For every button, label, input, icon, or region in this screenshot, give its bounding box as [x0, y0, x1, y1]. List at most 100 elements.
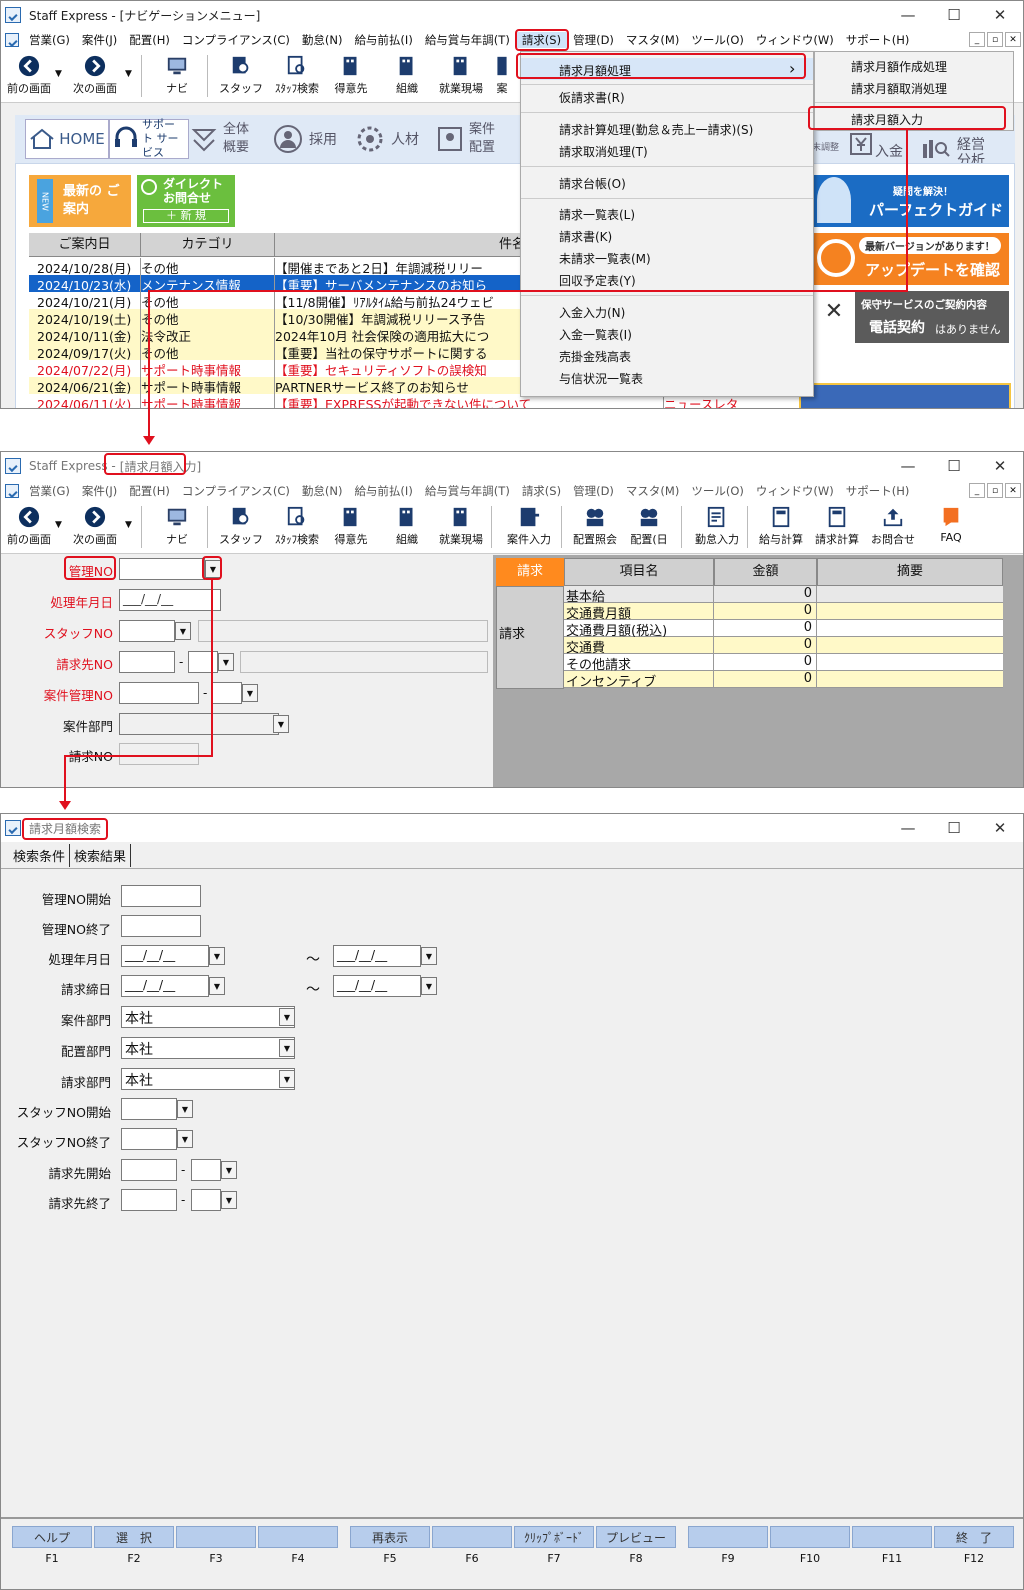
process-date-to-input[interactable]: ___/__/__: [333, 945, 421, 967]
menu-payroll[interactable]: 給与賞与年調(T): [419, 32, 516, 48]
close-button[interactable]: ✕: [977, 452, 1023, 480]
billing-to-start-input[interactable]: [121, 1159, 177, 1181]
grid-row[interactable]: 交通費 0: [564, 637, 1003, 656]
close-button[interactable]: ✕: [977, 814, 1023, 842]
menu-item-billing-calc[interactable]: 請求計算処理(勤怠＆売上一請求)(S): [559, 121, 753, 138]
menu-item-receivable-balance[interactable]: 売掛金残高表: [559, 348, 631, 365]
contract-banner[interactable]: ✕ 保守サービスのご契約内容 電話契約 はありません: [813, 291, 1009, 343]
tab-case[interactable]: 案件 配置: [437, 119, 513, 159]
forward-button[interactable]: 次の画面: [67, 53, 123, 96]
menu-prepay[interactable]: 給与前払(I): [348, 32, 418, 48]
submenu-create[interactable]: 請求月額作成処理: [851, 58, 947, 75]
menu-item-billing-list[interactable]: 請求一覧表(L): [559, 206, 635, 223]
mdi-restore-button[interactable]: ▫: [987, 32, 1003, 47]
back-dropdown-icon[interactable]: ▼: [55, 520, 62, 530]
assign-dept-select[interactable]: 本社: [121, 1037, 295, 1059]
menu-support[interactable]: サポート(H): [840, 32, 916, 48]
billing-dept-dropdown[interactable]: ▼: [279, 1070, 295, 1088]
case-input-button[interactable]: 案件入力: [501, 504, 557, 547]
menu-compliance[interactable]: コンプライアンス(C): [176, 32, 296, 48]
grid-row[interactable]: インセンティブ 0: [564, 671, 1003, 690]
site-button[interactable]: 就業現場: [433, 53, 489, 96]
grid-row[interactable]: 基本給 0: [564, 586, 1003, 605]
case-control-sub-input[interactable]: [212, 682, 242, 704]
menu-item-provisional-invoice[interactable]: 仮請求書(R): [559, 89, 625, 106]
f12-exit-button[interactable]: 終 了: [934, 1526, 1014, 1548]
submenu-cancel[interactable]: 請求月額取消処理: [851, 80, 947, 97]
tab-support[interactable]: サポート サービス: [109, 118, 189, 159]
closing-date-to-input[interactable]: ___/__/__: [333, 975, 421, 997]
menu-item-payment-list[interactable]: 入金一覧表(I): [559, 326, 632, 343]
case-dept-select[interactable]: [119, 713, 279, 735]
f4-button[interactable]: [258, 1526, 338, 1548]
case-control-dropdown-button[interactable]: ▼: [242, 684, 258, 702]
mdi-min-button[interactable]: _: [969, 32, 985, 47]
forward-button[interactable]: 次の画面: [67, 504, 123, 547]
staff-no-end-dropdown[interactable]: ▼: [177, 1130, 193, 1148]
case-dept-select[interactable]: 本社: [121, 1006, 295, 1028]
closing-date-to-dropdown[interactable]: ▼: [421, 977, 437, 995]
direct-inquiry-banner[interactable]: ダイレクト お問合せ ＋ 新 規: [137, 175, 235, 227]
navi-button[interactable]: ナビ: [149, 504, 205, 547]
maximize-button[interactable]: ☐: [931, 452, 977, 480]
menu-tools[interactable]: ツール(O): [685, 483, 750, 499]
f6-button[interactable]: [432, 1526, 512, 1548]
process-date-from-input[interactable]: ___/__/__: [121, 945, 209, 967]
maximize-button[interactable]: ☐: [931, 814, 977, 842]
billing-to-end-sub-input[interactable]: [191, 1189, 221, 1211]
f1-help-button[interactable]: ヘルプ: [12, 1526, 92, 1548]
menu-window[interactable]: ウィンドウ(W): [750, 32, 840, 48]
f10-button[interactable]: [770, 1526, 850, 1548]
menu-assign[interactable]: 配置(H): [123, 32, 176, 48]
menu-billing[interactable]: 請求(S): [516, 483, 567, 499]
tab-recruit[interactable]: 採用: [273, 119, 353, 159]
navi-button[interactable]: ナビ: [149, 53, 205, 96]
site-button[interactable]: 就業現場: [433, 504, 489, 547]
menu-attendance[interactable]: 勤怠(N): [296, 32, 349, 48]
menu-item-invoice[interactable]: 請求書(K): [559, 228, 612, 245]
menu-support[interactable]: サポート(H): [840, 483, 916, 499]
menu-admin[interactable]: 管理(D): [567, 483, 620, 499]
tab-overview[interactable]: 全体 概要: [191, 119, 271, 159]
grid-row[interactable]: 交通費月額(税込) 0: [564, 620, 1003, 639]
bottom-banner[interactable]: [799, 383, 1011, 408]
org-button[interactable]: 組織: [379, 53, 435, 96]
menu-payroll[interactable]: 給与賞与年調(T): [419, 483, 516, 499]
menu-admin[interactable]: 管理(D): [567, 32, 620, 48]
menu-item-billing-cancel[interactable]: 請求取消処理(T): [559, 143, 648, 160]
staff-button[interactable]: スタッフ: [213, 53, 269, 96]
tab-payment[interactable]: 入金: [849, 127, 903, 161]
billing-to-start-dropdown[interactable]: ▼: [221, 1161, 237, 1179]
control-no-end-input[interactable]: [121, 915, 201, 937]
menu-prepay[interactable]: 給与前払(I): [348, 483, 418, 499]
f9-button[interactable]: [688, 1526, 768, 1548]
grid-row[interactable]: その他請求 0: [564, 654, 1003, 673]
minimize-button[interactable]: —: [885, 452, 931, 480]
tab-search-results[interactable]: 検索結果: [70, 844, 132, 867]
control-no-start-input[interactable]: [121, 885, 201, 907]
menu-item-credit-status[interactable]: 与信状況一覧表: [559, 370, 643, 387]
forward-dropdown-icon[interactable]: ▼: [125, 520, 132, 530]
menu-master[interactable]: マスタ(M): [620, 483, 685, 499]
menu-case[interactable]: 案件(J): [76, 32, 123, 48]
inquiry-button[interactable]: お問合せ: [865, 504, 921, 547]
back-button[interactable]: 前の画面: [1, 504, 57, 547]
bill-calc-button[interactable]: 請求計算: [809, 504, 865, 547]
closing-date-from-input[interactable]: ___/__/__: [121, 975, 209, 997]
new-inquiry-button[interactable]: ＋ 新 規: [143, 209, 229, 223]
menu-case[interactable]: 案件(J): [76, 483, 123, 499]
control-no-input[interactable]: [119, 558, 205, 580]
billing-dept-select[interactable]: 本社: [121, 1068, 295, 1090]
forward-dropdown-icon[interactable]: ▼: [125, 69, 132, 79]
minimize-button[interactable]: —: [885, 1, 931, 29]
f7-clipboard-button[interactable]: ｸﾘｯﾌﾟﾎﾞｰﾄﾞ: [514, 1526, 594, 1548]
menu-item-billing-ledger[interactable]: 請求台帳(O): [559, 175, 626, 192]
update-banner[interactable]: 最新バージョンがあります！ アップデートを確認: [813, 233, 1009, 285]
case-button-partial[interactable]: 案: [493, 53, 511, 96]
tab-hr[interactable]: 人材: [355, 119, 435, 159]
process-date-input[interactable]: ___/__/__: [119, 589, 221, 611]
staff-search-button[interactable]: ｽﾀｯﾌ検索: [269, 53, 325, 96]
assign-dept-dropdown[interactable]: ▼: [279, 1039, 295, 1057]
staff-no-start-input[interactable]: [121, 1098, 177, 1120]
menu-sales[interactable]: 営業(G): [23, 483, 76, 499]
